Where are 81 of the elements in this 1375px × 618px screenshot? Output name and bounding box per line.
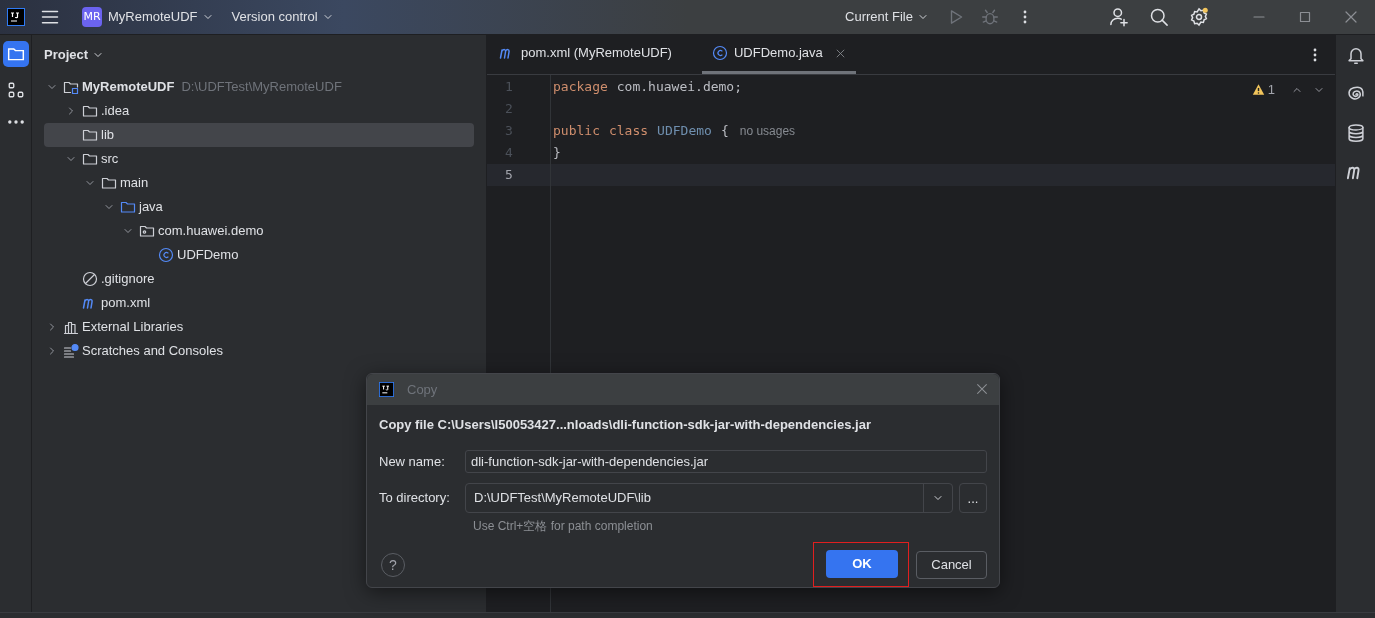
tree-row[interactable]: src <box>44 147 474 171</box>
tree-item-label: src <box>101 150 119 169</box>
directory-combo-box[interactable]: D:\UDFTest\MyRemoteUDF\lib <box>465 483 953 513</box>
libraries-icon <box>63 319 79 335</box>
folder-icon <box>82 151 98 167</box>
line-number: 5 <box>505 166 513 185</box>
folder-icon <box>82 127 98 143</box>
package-folder-icon <box>139 223 155 239</box>
search-icon[interactable] <box>1149 7 1169 27</box>
tree-item-label: com.huawei.demo <box>158 222 264 241</box>
directory-input-field[interactable]: D:\UDFTest\MyRemoteUDF\lib <box>466 488 923 508</box>
field-label: To directory: <box>379 489 451 508</box>
tree-row[interactable]: External Libraries <box>44 315 474 339</box>
browse-button[interactable]: ... <box>959 483 987 513</box>
class-icon <box>711 45 728 61</box>
tree-row[interactable]: UDFDemo <box>44 243 474 267</box>
class-icon <box>158 247 174 263</box>
close-icon[interactable] <box>834 47 846 59</box>
hint-text: Use Ctrl+空格 for path completion <box>473 518 654 535</box>
app-logo-icon[interactable] <box>7 8 25 26</box>
editor-tab[interactable]: pom.xml (MyRemoteUDF) <box>499 35 672 74</box>
field-label: New name: <box>379 452 446 471</box>
panel-title[interactable]: Project <box>44 45 89 65</box>
tree-item-label: java <box>139 198 163 217</box>
path-hint: D:\UDFTest\MyRemoteUDF <box>181 78 342 97</box>
tree-item-label: main <box>120 174 149 193</box>
tree-row[interactable]: MyRemoteUDF D:\UDFTest\MyRemoteUDF <box>44 75 474 99</box>
app-logo-icon <box>379 381 394 397</box>
folder-icon <box>6 45 25 63</box>
close-icon[interactable] <box>975 382 989 397</box>
ok-button[interactable]: OK <box>826 550 898 578</box>
debug-icon[interactable] <box>981 8 999 26</box>
tree-row[interactable]: .idea <box>44 99 474 123</box>
notifications-icon[interactable] <box>1345 45 1366 65</box>
structure-icon[interactable] <box>6 81 25 99</box>
close-icon[interactable] <box>1343 9 1359 25</box>
tree-row[interactable]: Scratches and Consoles <box>44 339 474 363</box>
tree-item-label: .gitignore <box>101 270 155 289</box>
tree-item-label: Scratches and Consoles <box>82 342 223 361</box>
code-token: { <box>720 122 729 141</box>
tree-item-label: MyRemoteUDF <box>82 78 175 97</box>
maximize-icon[interactable] <box>1297 9 1313 25</box>
code-token: class <box>608 122 649 141</box>
project-tool-button[interactable] <box>2 41 29 67</box>
tree-row[interactable]: java <box>44 195 474 219</box>
inlay-hint: no usages <box>739 123 796 140</box>
tree-item-label: UDFDemo <box>177 246 239 265</box>
code-token: } <box>553 144 561 163</box>
settings-icon[interactable] <box>1189 7 1209 27</box>
cancel-button[interactable]: Cancel <box>916 550 987 579</box>
code-token: com.huawei.demo; <box>616 78 743 97</box>
tree-row[interactable]: lib <box>44 123 474 147</box>
code-token: UDFDemo <box>657 122 712 141</box>
warning-counter[interactable]: 1 <box>1251 80 1275 100</box>
code-token: package <box>553 78 608 97</box>
ignore-icon <box>82 271 98 287</box>
warning-icon <box>1251 83 1265 97</box>
tree-item-label: .idea <box>101 102 130 121</box>
folder-icon <box>82 103 98 119</box>
tree-row[interactable]: pom.xml <box>44 291 474 315</box>
tree-item-label: pom.xml <box>101 294 151 313</box>
project-badge: MR <box>82 7 102 27</box>
tree-item-label: lib <box>101 126 114 145</box>
dialog-message: Copy file C:\Users\l50053427...nloads\dli-function-sdk-jar-with-dependencies.jar <box>379 415 872 434</box>
tree-row[interactable]: com.huawei.demo <box>44 219 474 243</box>
scratches-icon <box>63 343 79 359</box>
name-input-field[interactable]: dli-function-sdk-jar-with-dependencies.jar <box>465 450 987 473</box>
dialog-title: Copy <box>407 380 438 399</box>
version-control-menu[interactable]: Version control <box>231 7 334 27</box>
database-icon[interactable] <box>1345 123 1366 143</box>
editor-tab[interactable]: UDFDemo.java <box>701 35 856 74</box>
tree-item-label: External Libraries <box>82 318 184 337</box>
tree-row[interactable]: main <box>44 171 474 195</box>
add-user-icon[interactable] <box>1109 7 1129 27</box>
project-selector[interactable]: MyRemoteUDF <box>108 7 214 27</box>
module-folder-icon <box>63 79 79 95</box>
folder-icon <box>120 199 136 215</box>
folder-icon <box>101 175 117 191</box>
tree-row[interactable]: .gitignore <box>44 267 474 291</box>
run-configuration-selector[interactable]: Current File <box>845 7 929 27</box>
code-token: public <box>553 122 600 141</box>
